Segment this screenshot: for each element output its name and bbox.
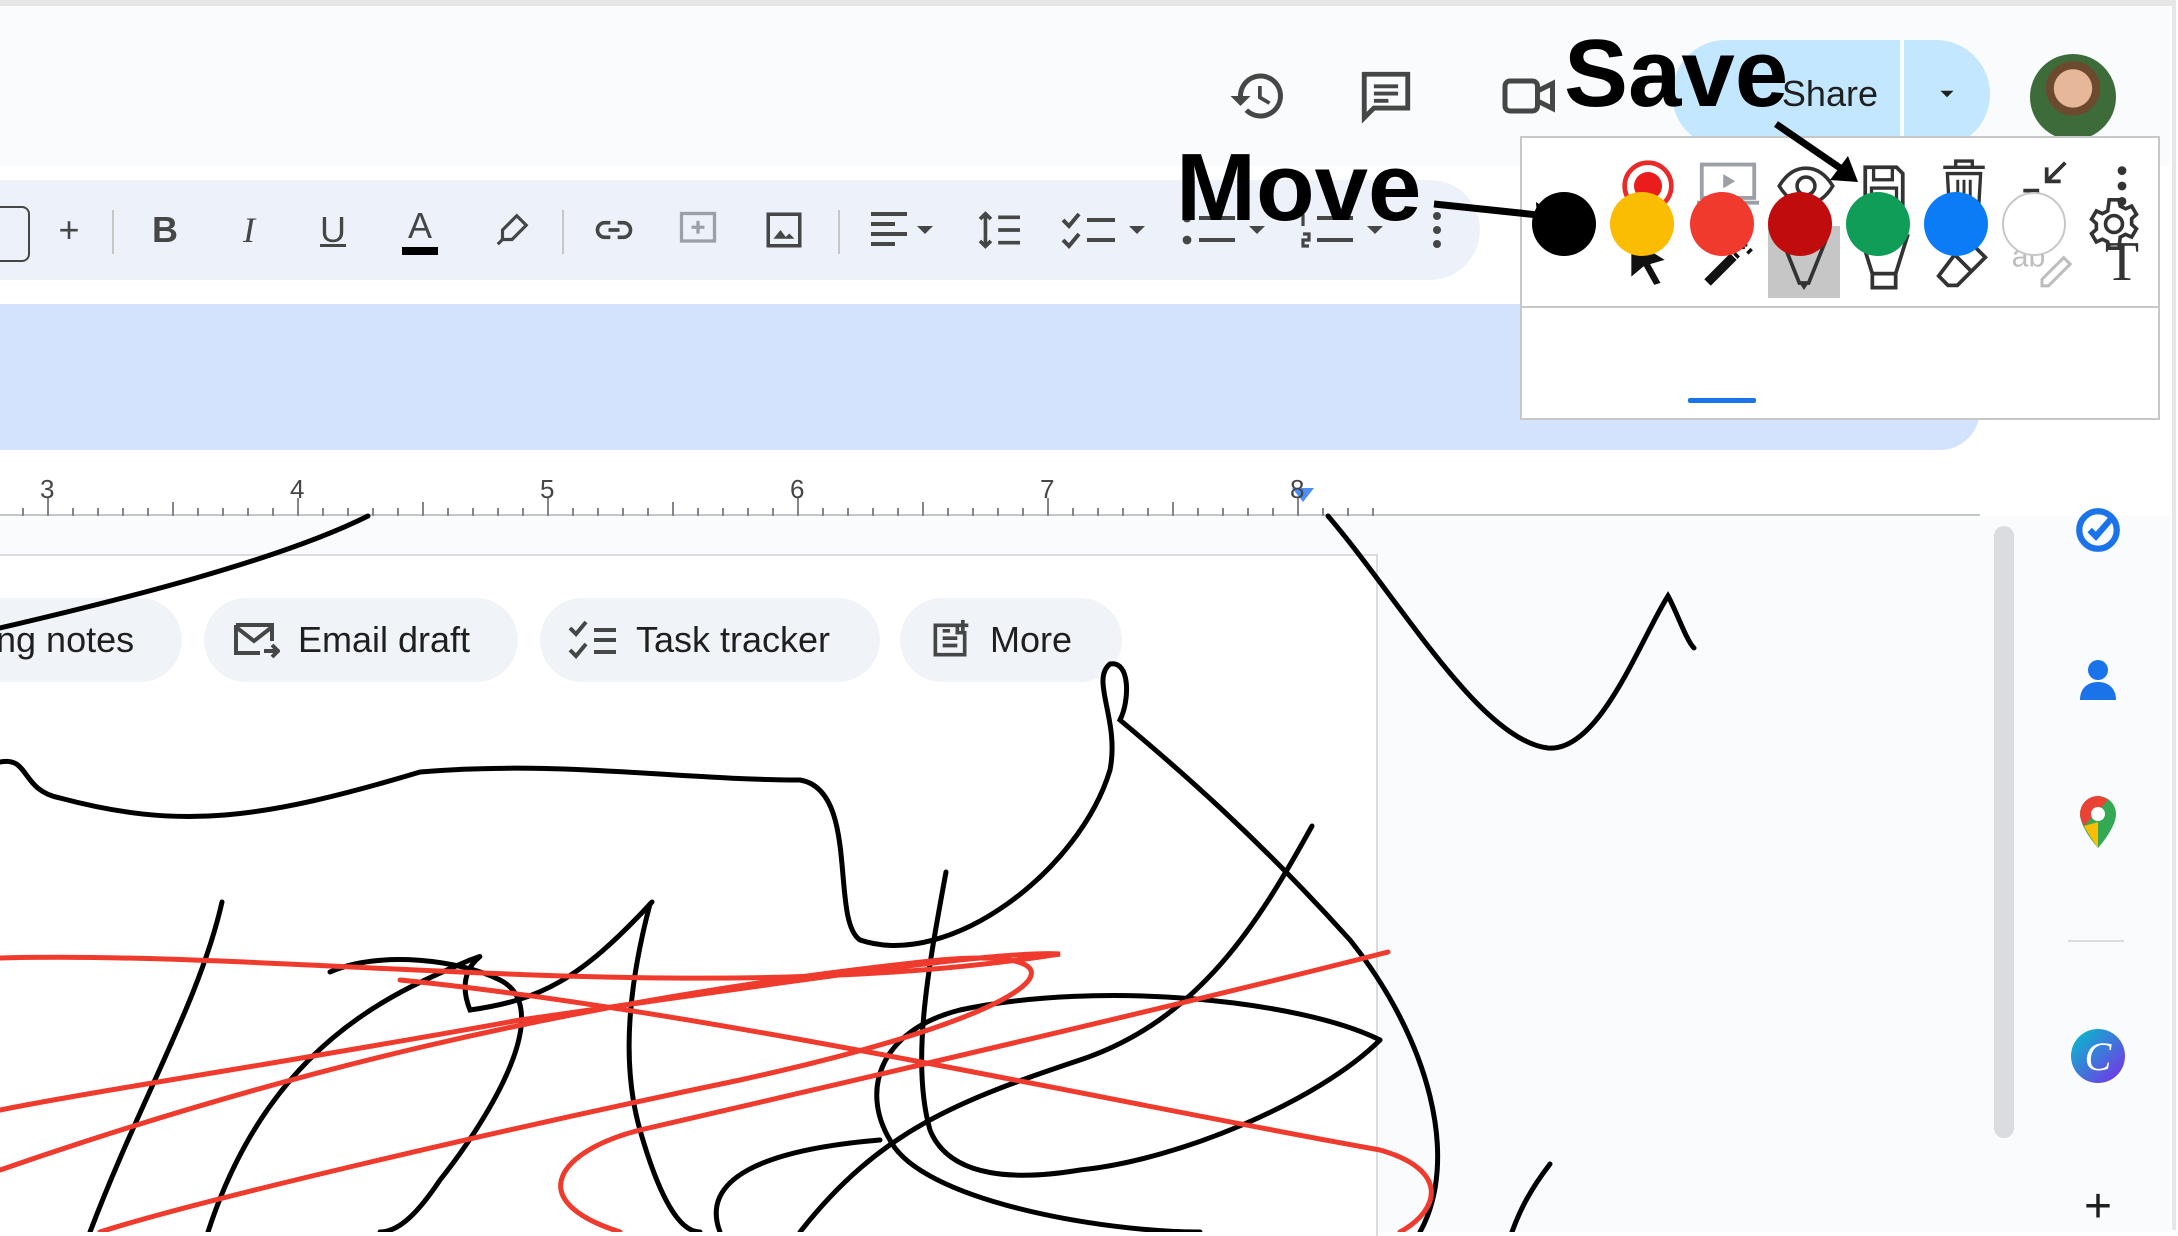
checklist-icon (1061, 212, 1145, 249)
underline-button[interactable]: U (308, 180, 358, 280)
color-swatch-blue[interactable] (1924, 192, 1988, 256)
more-options-button[interactable] (1422, 180, 1452, 280)
insert-image-button[interactable] (756, 180, 812, 280)
more-vert-icon (1433, 212, 1441, 248)
ruler-number: 4 (290, 474, 305, 504)
text-color-label: A (401, 205, 438, 255)
share-dropdown-button[interactable] (1904, 40, 1990, 148)
color-swatch-dark-red[interactable] (1768, 192, 1832, 256)
align-button[interactable] (862, 180, 942, 280)
chip-label: Task tracker (636, 619, 831, 660)
toolbar-divider (562, 210, 564, 254)
canva-label: C (2071, 1029, 2125, 1083)
italic-button[interactable]: I (224, 180, 274, 280)
ruler: 3 4 5 6 7 8 (0, 466, 1980, 516)
tasks-icon[interactable] (2068, 500, 2128, 560)
doc-add-icon (933, 619, 969, 657)
link-icon (595, 220, 633, 240)
line-spacing-icon (978, 211, 1020, 249)
palette-divider (1522, 306, 2158, 308)
history-icon[interactable] (1226, 64, 1290, 128)
add-addon-button[interactable]: + (2068, 1176, 2128, 1236)
color-swatch-black[interactable] (1532, 192, 1596, 256)
line-spacing-button[interactable] (972, 180, 1028, 280)
checklist-button[interactable] (1058, 180, 1150, 280)
comment-icon[interactable] (1354, 64, 1418, 128)
vertical-scrollbar[interactable] (1994, 526, 2014, 1138)
chip-label: Email draft (298, 619, 471, 660)
selected-color-indicator (1688, 398, 1756, 403)
increase-font-size-button[interactable]: + (44, 180, 94, 280)
add-comment-icon (679, 211, 717, 243)
sidebar-divider (2068, 940, 2124, 942)
highlighter-button[interactable] (484, 180, 540, 280)
toolbar-divider (112, 210, 114, 254)
align-left-icon (871, 212, 933, 246)
chip-meeting-notes[interactable]: ing notes (0, 598, 182, 682)
drawing-palette: ab T (1520, 136, 2160, 420)
link-button[interactable] (586, 180, 642, 280)
save-annotation: Save (1564, 20, 1789, 127)
canva-icon[interactable]: C (2068, 1026, 2128, 1086)
video-call-icon[interactable] (1498, 64, 1562, 128)
chip-label: ing notes (0, 619, 135, 660)
ruler-number: 7 (1040, 474, 1055, 504)
font-size-input[interactable] (0, 206, 30, 262)
contacts-icon[interactable] (2068, 650, 2128, 710)
chip-label: More (990, 619, 1073, 660)
ruler-number: 5 (540, 474, 555, 504)
email-icon (234, 623, 280, 659)
caret-down-icon (1940, 90, 1954, 98)
bold-button[interactable]: B (140, 180, 190, 280)
ruler-number: 8 (1290, 474, 1305, 504)
color-swatch-green[interactable] (1846, 192, 1910, 256)
move-annotation: Move (1176, 134, 1422, 241)
chip-email-draft[interactable]: Email draft (204, 598, 518, 682)
ruler-number: 3 (40, 474, 55, 504)
add-comment-button[interactable] (670, 180, 726, 280)
color-swatch-red[interactable] (1690, 192, 1754, 256)
avatar[interactable] (2030, 54, 2116, 140)
maps-icon[interactable] (2068, 792, 2128, 852)
checklist-icon (568, 620, 616, 659)
color-swatch-white[interactable] (2002, 192, 2066, 256)
image-icon (766, 212, 802, 248)
chip-more[interactable]: More (900, 598, 1122, 682)
ruler-ticks (22, 488, 1374, 516)
color-swatch-yellow[interactable] (1610, 192, 1674, 256)
ruler-number: 6 (790, 474, 805, 504)
text-color-button[interactable]: A (392, 180, 448, 280)
chip-task-tracker[interactable]: Task tracker (540, 598, 880, 682)
toolbar-divider (838, 210, 840, 254)
highlighter-icon (496, 213, 529, 246)
settings-gear-icon[interactable] (2080, 190, 2148, 258)
